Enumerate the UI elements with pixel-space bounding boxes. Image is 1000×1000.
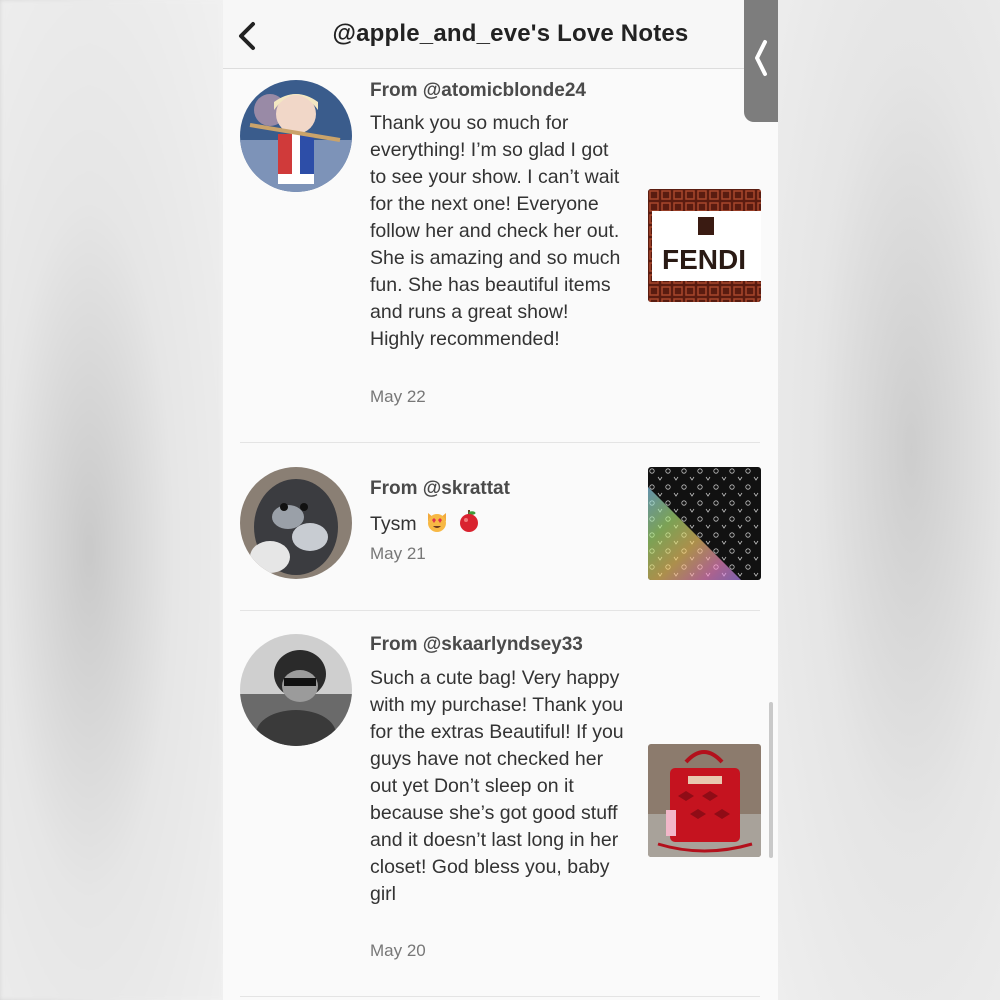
note-sender[interactable]: From @atomicblonde24 [370, 80, 586, 102]
note-item: From @atomicblonde24 Thank you so much f… [240, 80, 761, 410]
note-message: Thank you so much for everything! I’m so… [370, 112, 621, 350]
avatar[interactable] [240, 80, 352, 192]
note-date: May 21 [370, 544, 426, 563]
header-bar: @apple_and_eve's Love Notes [223, 0, 778, 69]
listing-thumbnail[interactable] [648, 744, 761, 857]
chevron-left-icon [755, 40, 767, 76]
avatar[interactable] [240, 634, 352, 746]
note-sender[interactable]: From @skaarlyndsey33 [370, 634, 583, 656]
scrollbar[interactable] [769, 702, 773, 858]
blurred-background-left [0, 0, 223, 1000]
avatar[interactable] [240, 467, 352, 579]
chevron-left-icon [239, 22, 255, 50]
note-date: May 20 [370, 941, 426, 960]
heart-eyes-cat-icon [425, 509, 449, 541]
love-notes-screen: @apple_and_eve's Love Notes From @atomic… [223, 0, 778, 1000]
divider [240, 442, 760, 443]
note-message: Such a cute bag! Very happy with my purc… [370, 667, 624, 905]
listing-thumbnail[interactable]: FENDI [648, 189, 761, 302]
divider [240, 996, 760, 997]
note-message: Tysm [370, 513, 417, 536]
note-item: From @skrattat Tysm May 21 [240, 467, 761, 587]
divider [240, 610, 760, 611]
back-button[interactable] [233, 14, 273, 58]
listing-thumbnail[interactable] [648, 467, 761, 580]
apple-icon [457, 509, 481, 541]
note-sender[interactable]: From @skrattat [370, 478, 510, 500]
blurred-background-right [778, 0, 1000, 1000]
fendi-logo-text: FENDI [662, 244, 746, 275]
note-date: May 22 [370, 387, 426, 406]
note-message-row: Tysm [370, 509, 625, 541]
note-item: From @skaarlyndsey33 Such a cute bag! Ve… [240, 634, 761, 974]
page-title: @apple_and_eve's Love Notes [332, 20, 689, 47]
